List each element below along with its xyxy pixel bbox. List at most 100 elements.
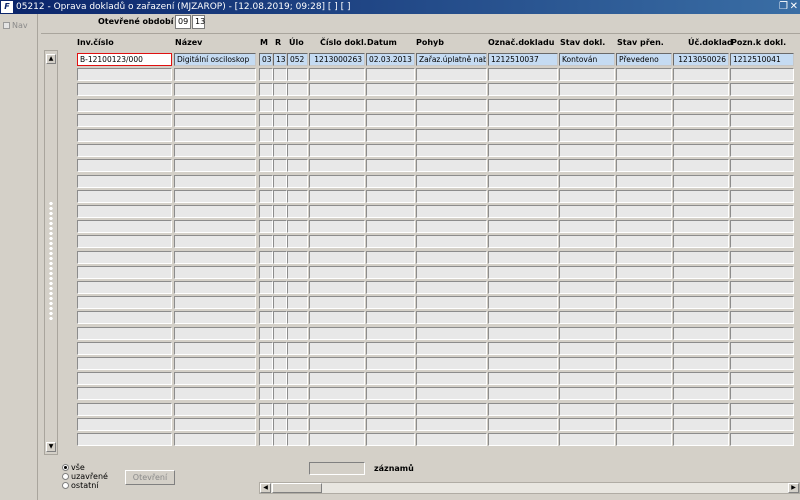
cell-inv-cislo[interactable] [77, 357, 172, 370]
cell-inv-cislo[interactable] [77, 144, 172, 158]
cell-nazev[interactable] [174, 311, 256, 325]
cell-datum[interactable] [366, 326, 415, 340]
period-month-field[interactable]: 09 [175, 15, 191, 29]
cell-uc-doklad[interactable] [673, 357, 729, 370]
cell-uc-doklad[interactable] [673, 387, 729, 401]
cell-nazev[interactable] [174, 83, 256, 97]
cell-uc-doklad[interactable] [673, 433, 729, 446]
column-header-ulo[interactable]: Úlo [289, 38, 304, 47]
cell-nazev[interactable] [174, 129, 256, 142]
cell-stav-pren[interactable] [616, 281, 672, 294]
cell-stav-dokl[interactable] [559, 357, 615, 370]
cell-r[interactable] [273, 189, 287, 203]
cell-cislo-dokl[interactable] [309, 83, 365, 97]
cell-stav-dokl[interactable] [559, 372, 615, 386]
cell-stav-pren[interactable] [616, 372, 672, 386]
cell-m[interactable] [259, 357, 273, 370]
cell-oznac-dokladu[interactable] [488, 341, 558, 355]
cell-nazev[interactable] [174, 326, 256, 340]
cell-datum[interactable]: 02.03.2013 0 [366, 53, 415, 66]
cell-cislo-dokl[interactable] [309, 113, 365, 127]
cell-inv-cislo[interactable] [77, 326, 172, 340]
cell-pohyb[interactable] [416, 433, 487, 446]
cell-m[interactable] [259, 174, 273, 188]
cell-inv-cislo[interactable] [77, 98, 172, 112]
cell-r[interactable] [273, 296, 287, 310]
cell-oznac-dokladu[interactable] [488, 205, 558, 218]
cell-m[interactable] [259, 433, 273, 446]
cell-cislo-dokl[interactable] [309, 311, 365, 325]
cell-nazev[interactable] [174, 402, 256, 416]
cell-stav-dokl[interactable] [559, 235, 615, 249]
cell-ulo[interactable] [287, 311, 308, 325]
cell-oznac-dokladu[interactable] [488, 129, 558, 142]
cell-stav-pren[interactable] [616, 98, 672, 112]
scroll-up-icon[interactable]: ▲ [46, 54, 56, 64]
cell-inv-cislo[interactable]: B-12100123/000 [77, 53, 172, 66]
cell-m[interactable] [259, 68, 273, 82]
cell-cislo-dokl[interactable] [309, 205, 365, 218]
cell-inv-cislo[interactable] [77, 205, 172, 218]
radio-dot[interactable] [62, 473, 69, 480]
cell-datum[interactable] [366, 250, 415, 264]
cell-oznac-dokladu[interactable] [488, 311, 558, 325]
cell-oznac-dokladu[interactable] [488, 189, 558, 203]
cell-m[interactable] [259, 402, 273, 416]
cell-nazev[interactable] [174, 372, 256, 386]
cell-datum[interactable] [366, 83, 415, 97]
cell-ulo[interactable] [287, 113, 308, 127]
cell-ulo[interactable] [287, 129, 308, 142]
cell-cislo-dokl[interactable] [309, 417, 365, 431]
cell-oznac-dokladu[interactable] [488, 235, 558, 249]
cell-uc-doklad[interactable]: 1213050026 [673, 53, 729, 66]
cell-datum[interactable] [366, 357, 415, 370]
horizontal-scrollbar[interactable]: ◀ ▶ [259, 482, 800, 494]
cell-stav-dokl[interactable] [559, 402, 615, 416]
cell-inv-cislo[interactable] [77, 265, 172, 279]
cell-datum[interactable] [366, 265, 415, 279]
cell-ulo[interactable] [287, 341, 308, 355]
cell-m[interactable]: 03 [259, 53, 273, 66]
radio-dot[interactable] [62, 482, 69, 489]
cell-r[interactable] [273, 129, 287, 142]
scroll-thumb[interactable] [272, 483, 322, 493]
cell-pozn-k-dokl[interactable] [730, 220, 794, 234]
cell-stav-pren[interactable] [616, 68, 672, 82]
cell-pohyb[interactable] [416, 129, 487, 142]
cell-m[interactable] [259, 235, 273, 249]
cell-stav-pren[interactable] [616, 159, 672, 173]
cell-oznac-dokladu[interactable] [488, 174, 558, 188]
cell-datum[interactable] [366, 296, 415, 310]
cell-uc-doklad[interactable] [673, 281, 729, 294]
cell-pozn-k-dokl[interactable] [730, 387, 794, 401]
cell-uc-doklad[interactable] [673, 417, 729, 431]
cell-uc-doklad[interactable] [673, 113, 729, 127]
cell-nazev[interactable] [174, 159, 256, 173]
vertical-scrollbar[interactable]: ▲ ▼ [44, 50, 58, 455]
cell-stav-dokl[interactable] [559, 250, 615, 264]
cell-pohyb[interactable] [416, 372, 487, 386]
cell-datum[interactable] [366, 402, 415, 416]
cell-datum[interactable] [366, 113, 415, 127]
cell-cislo-dokl[interactable] [309, 326, 365, 340]
cell-stav-pren[interactable] [616, 205, 672, 218]
cell-pozn-k-dokl[interactable] [730, 402, 794, 416]
cell-cislo-dokl[interactable] [309, 341, 365, 355]
cell-pohyb[interactable] [416, 250, 487, 264]
column-header-r[interactable]: R [275, 38, 281, 47]
cell-nazev[interactable] [174, 174, 256, 188]
cell-uc-doklad[interactable] [673, 144, 729, 158]
cell-m[interactable] [259, 326, 273, 340]
cell-datum[interactable] [366, 341, 415, 355]
cell-ulo[interactable] [287, 281, 308, 294]
cell-pohyb[interactable] [416, 402, 487, 416]
column-header-pozn-k-dokl[interactable]: Pozn.k dokl. [731, 38, 786, 47]
cell-pohyb[interactable] [416, 68, 487, 82]
cell-m[interactable] [259, 250, 273, 264]
cell-datum[interactable] [366, 174, 415, 188]
cell-pohyb[interactable] [416, 265, 487, 279]
cell-cislo-dokl[interactable] [309, 144, 365, 158]
cell-stav-dokl[interactable] [559, 387, 615, 401]
cell-ulo[interactable] [287, 265, 308, 279]
cell-oznac-dokladu[interactable] [488, 83, 558, 97]
